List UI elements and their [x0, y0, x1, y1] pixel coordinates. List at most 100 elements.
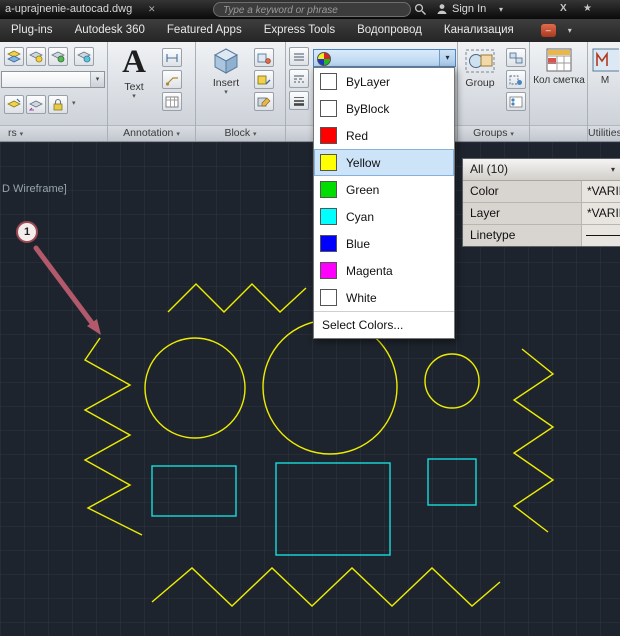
green-swatch — [320, 181, 337, 198]
ribbon-panel-groups: Group Groups ▾ — [458, 42, 530, 141]
color-option-blue[interactable]: Blue — [314, 230, 454, 257]
chevron-down-icon[interactable]: ▾ — [439, 50, 455, 66]
text-tool-icon: A — [122, 44, 146, 80]
layers-panel-label[interactable]: rs ▾ — [0, 125, 107, 141]
multileader-icon[interactable] — [162, 70, 182, 89]
yellow-zigzag-top[interactable] — [167, 283, 307, 313]
edit-attributes-icon[interactable] — [254, 70, 274, 89]
color-option-yellow[interactable]: Yellow — [314, 149, 454, 176]
block-editor-icon[interactable] — [254, 92, 274, 111]
color-option-cyan[interactable]: Cyan — [314, 203, 454, 230]
ribbon-panel-block: Insert ▾ Block ▾ — [196, 42, 286, 141]
tab-vodoprovod[interactable]: Водопровод — [346, 19, 433, 42]
color-option-byblock[interactable]: ByBlock — [314, 95, 454, 122]
ribbon: ▾ ▾ rs ▾ A Text ▾ Annotation ▾ Insert ▾ … — [0, 42, 620, 142]
chevron-down-icon[interactable]: ▾ — [499, 5, 503, 14]
kol-smetka-icon — [546, 48, 572, 72]
color-option-green[interactable]: Green — [314, 176, 454, 203]
select-colors-option[interactable]: Select Colors... — [314, 311, 454, 338]
text-tool-button[interactable]: A Text ▾ — [114, 44, 154, 100]
layer-selector[interactable]: ▾ — [1, 71, 105, 88]
linetype-value[interactable] — [581, 225, 620, 246]
layer-freeze-icon[interactable] — [74, 47, 94, 66]
table-icon[interactable] — [162, 92, 182, 111]
groups-panel-label[interactable]: Groups ▾ — [458, 125, 529, 141]
utilities-panel-label[interactable]: Utilities — [588, 125, 620, 141]
color-value[interactable]: *VARIE — [581, 181, 620, 202]
tab-express-tools[interactable]: Express Tools — [253, 19, 346, 42]
viewport-control-label[interactable]: D Wireframe] — [2, 183, 67, 195]
chevron-down-icon: ▾ — [19, 131, 24, 138]
user-icon — [437, 4, 447, 14]
cyan-rectangle-2[interactable] — [275, 462, 391, 556]
blue-swatch — [320, 235, 337, 252]
title-bar: a-uprajnenie-autocad.dwg ✕ Sign In ▾ X ★ — [0, 0, 620, 19]
dimension-icon[interactable] — [162, 48, 182, 67]
tab-autodesk-360[interactable]: Autodesk 360 — [64, 19, 156, 42]
layer-lock-icon[interactable] — [48, 95, 68, 114]
property-row-layer: Layer *VARIE — [463, 203, 620, 225]
search-input[interactable] — [221, 3, 405, 18]
tab-plug-ins[interactable]: Plug-ins — [0, 19, 64, 42]
property-row-color: Color *VARIE — [463, 181, 620, 203]
cyan-rectangle-3[interactable] — [427, 458, 477, 506]
layer-value[interactable]: *VARIE — [581, 203, 620, 224]
document-title: a-uprajnenie-autocad.dwg — [5, 3, 133, 15]
yellow-zigzag-right[interactable] — [512, 348, 555, 533]
favorites-star-icon[interactable]: ★ — [583, 3, 592, 14]
linetype-list-icon[interactable] — [289, 69, 309, 88]
chevron-down-icon: ▾ — [132, 93, 136, 100]
model-space-canvas[interactable]: D Wireframe] 1 All (10) ▾ Color *VARIE L… — [0, 142, 620, 636]
red-swatch — [320, 127, 337, 144]
tab-featured-apps[interactable]: Featured Apps — [156, 19, 253, 42]
insert-block-button[interactable]: Insert ▾ — [204, 46, 248, 96]
create-block-icon[interactable] — [254, 48, 274, 67]
yellow-zigzag-left[interactable] — [83, 337, 143, 536]
cyan-swatch — [320, 208, 337, 225]
m-tool-button[interactable]: М — [590, 46, 620, 86]
group-button[interactable]: Group — [460, 46, 500, 89]
yellow-zigzag-bottom[interactable] — [151, 567, 501, 607]
ungroup-icon[interactable] — [506, 48, 526, 67]
layer-properties-icon[interactable] — [4, 47, 24, 66]
yellow-circle-1[interactable] — [144, 337, 246, 439]
lineweight-list-icon[interactable] — [289, 91, 309, 110]
close-icon[interactable]: ✕ — [148, 4, 156, 15]
color-option-white[interactable]: White — [314, 284, 454, 311]
block-panel-label[interactable]: Block ▾ — [196, 125, 285, 141]
color-option-red[interactable]: Red — [314, 122, 454, 149]
group-label: Group — [465, 77, 495, 89]
yellow-circle-2[interactable] — [262, 319, 398, 455]
m-tool-label: М — [600, 75, 610, 86]
record-icon[interactable]: – — [540, 24, 556, 37]
layer-match-icon[interactable] — [4, 95, 24, 114]
annotation-panel-label[interactable]: Annotation ▾ — [108, 125, 195, 141]
object-color-list-icon[interactable] — [289, 47, 309, 66]
white-swatch — [320, 289, 337, 306]
linetype-sample — [586, 235, 620, 236]
kol-smetka-button[interactable]: Кол сметка — [533, 46, 585, 86]
chevron-down-icon[interactable]: ▾ — [72, 100, 76, 107]
tab-kanalizacia[interactable]: Канализация — [433, 19, 525, 42]
layer-off-icon[interactable] — [26, 47, 46, 66]
search-icon[interactable] — [414, 3, 427, 16]
exchange-apps-icon[interactable]: X — [560, 3, 567, 14]
layer-isolate-icon[interactable] — [48, 47, 68, 66]
color-option-magenta[interactable]: Magenta — [314, 257, 454, 284]
kol-smetka-label: Кол сметка — [533, 75, 585, 86]
chevron-down-icon[interactable]: ▾ — [568, 26, 572, 35]
ribbon-panel-kol-smetka: Кол сметка — [530, 42, 588, 141]
group-manager-icon[interactable] — [506, 92, 526, 111]
object-color-combobox[interactable]: ▾ — [313, 49, 456, 67]
chevron-down-icon: ▾ — [610, 165, 615, 174]
layer-previous-icon[interactable] — [26, 95, 46, 114]
color-option-bylayer[interactable]: ByLayer — [314, 68, 454, 95]
infocenter-search — [213, 2, 411, 18]
kol-smetka-panel-label[interactable] — [530, 125, 587, 141]
cyan-rectangle-1[interactable] — [151, 465, 237, 517]
quick-properties-header[interactable]: All (10) ▾ — [463, 159, 620, 181]
group-edit-icon[interactable] — [506, 70, 526, 89]
sign-in-button[interactable]: Sign In — [452, 3, 486, 15]
chevron-down-icon[interactable]: ▾ — [90, 72, 104, 87]
yellow-circle-3[interactable] — [424, 353, 480, 409]
